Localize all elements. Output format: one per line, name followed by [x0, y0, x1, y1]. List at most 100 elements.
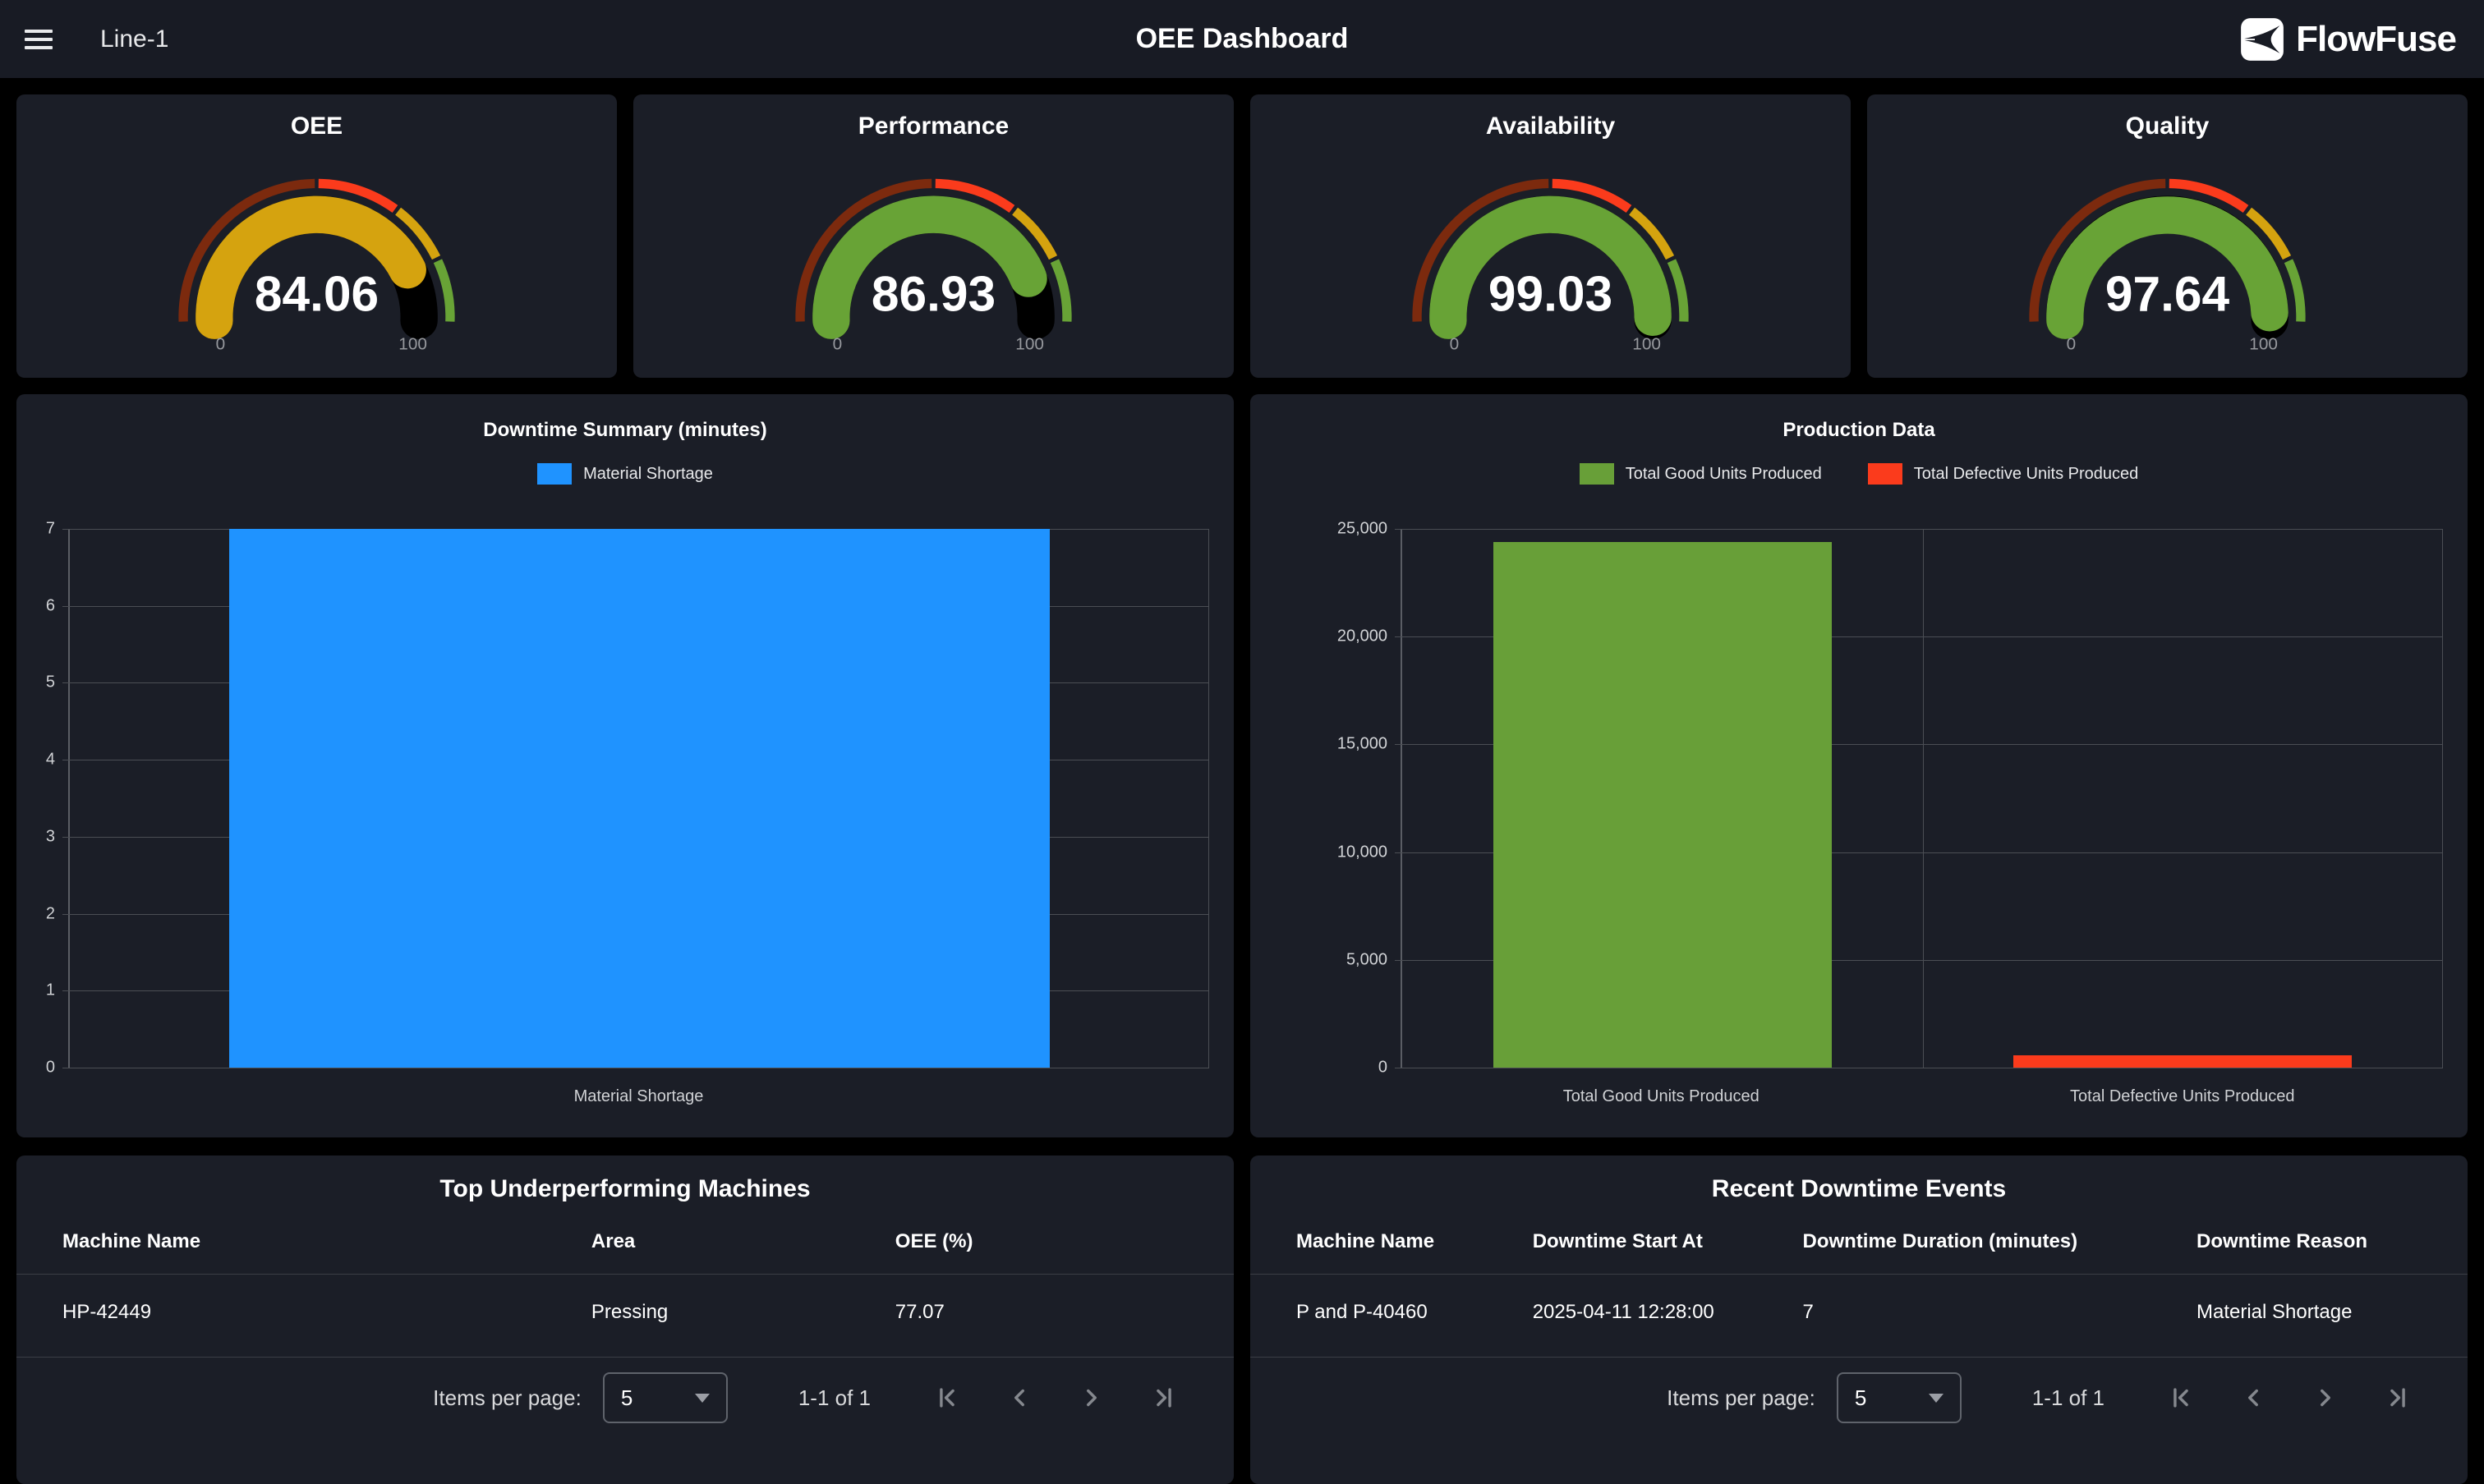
x-axis-labels: Total Good Units ProducedTotal Defective… — [1401, 1087, 2443, 1106]
legend-item[interactable]: Total Defective Units Produced — [1868, 463, 2138, 485]
y-tick-label: 3 — [46, 827, 55, 846]
column-header: Downtime Reason — [2196, 1230, 2422, 1253]
items-per-page-select[interactable]: 5 — [1837, 1372, 1962, 1423]
table-title: Recent Downtime Events — [1296, 1175, 2422, 1203]
first-page-icon[interactable] — [2167, 1384, 2195, 1412]
quality-gauge: 97.640100 — [1867, 162, 2468, 357]
table-cell: 77.07 — [895, 1301, 1188, 1324]
legend-swatch-icon — [1580, 463, 1614, 485]
gauge-max-label: 100 — [1015, 335, 1044, 354]
next-page-icon[interactable] — [2312, 1384, 2339, 1412]
y-axis-labels: 01234567 — [16, 529, 68, 1068]
y-tick-label: 0 — [46, 1059, 55, 1077]
gridline — [1395, 529, 2443, 530]
chart-legend: Material Shortage — [16, 463, 1234, 485]
gauge-value: 97.64 — [2105, 265, 2230, 321]
production-data-chart: Production Data Total Good Units Produce… — [1250, 394, 2468, 1137]
plot-area — [68, 529, 1209, 1068]
gauge-title: Performance — [633, 113, 1234, 140]
x-category-label: Total Good Units Produced — [1401, 1087, 1922, 1106]
legend-swatch-icon — [1868, 463, 1902, 485]
items-per-page-label: Items per page: — [1667, 1385, 1815, 1411]
chart-legend: Total Good Units Produced Total Defective… — [1250, 463, 2468, 485]
table-header-row: Machine NameAreaOEE (%) — [62, 1228, 1188, 1256]
pagination-bar: Items per page: 5 1-1 of 1 — [62, 1372, 1188, 1423]
downtime-summary-chart: Downtime Summary (minutes) Material Shor… — [16, 394, 1234, 1137]
y-tick-label: 4 — [46, 751, 55, 770]
table-cell: P and P-40460 — [1296, 1301, 1533, 1324]
column-header: OEE (%) — [895, 1230, 1188, 1253]
gauge-zone — [1055, 261, 1067, 322]
gauge-zone — [2288, 261, 2301, 322]
gauge-zone — [1672, 261, 1684, 322]
gauge-title: Quality — [1867, 113, 2468, 140]
table-body: P and P-404602025-04-11 12:28:007Materia… — [1296, 1275, 2422, 1350]
gauge-card-performance: Performance 86.930100 — [633, 94, 1234, 378]
x-axis-labels: Material Shortage — [68, 1087, 1209, 1106]
y-axis-labels: 05,00010,00015,00020,00025,000 — [1250, 529, 1401, 1068]
next-page-icon[interactable] — [1078, 1384, 1106, 1412]
items-per-page-label: Items per page: — [433, 1385, 582, 1411]
plot-right-border — [2442, 529, 2443, 1068]
plot-area — [1401, 529, 2443, 1068]
previous-page-icon[interactable] — [2239, 1384, 2267, 1412]
items-per-page-select[interactable]: 5 — [603, 1372, 728, 1423]
column-header: Downtime Start At — [1533, 1230, 1803, 1253]
gauge-min-label: 0 — [1450, 335, 1460, 354]
column-header: Machine Name — [62, 1230, 591, 1253]
table-cell: 7 — [1802, 1301, 2196, 1324]
table-header-row: Machine NameDowntime Start AtDowntime Du… — [1296, 1228, 2422, 1256]
category-divider-line — [1923, 529, 1924, 1068]
caret-down-icon — [1929, 1394, 1944, 1403]
gauge-card-availability: Availability 99.03 0 100 — [1250, 94, 1851, 378]
page-range-label: 1-1 of 1 — [798, 1385, 871, 1411]
y-tick-label: 1 — [46, 981, 55, 1000]
gauge-zone — [438, 261, 450, 322]
y-tick-label: 6 — [46, 596, 55, 615]
gauge-card-oee: OEE 84.060100 — [16, 94, 617, 378]
previous-page-icon[interactable] — [1005, 1384, 1033, 1412]
table-cell: HP-42449 — [62, 1301, 591, 1324]
y-tick-label: 5,000 — [1346, 950, 1387, 969]
column-header: Machine Name — [1296, 1230, 1533, 1253]
last-page-icon[interactable] — [1150, 1384, 1178, 1412]
divider — [1250, 1357, 2468, 1358]
table-cell: Material Shortage — [2196, 1301, 2422, 1324]
table-row: P and P-404602025-04-11 12:28:007Materia… — [1296, 1275, 2422, 1350]
gauge-card-quality: Quality 97.640100 — [1867, 94, 2468, 378]
availability-gauge: 99.03 0 100 — [1250, 162, 1851, 357]
legend-item[interactable]: Material Shortage — [537, 463, 713, 485]
column-header: Area — [591, 1230, 895, 1253]
first-page-icon[interactable] — [933, 1384, 961, 1412]
x-category-label: Total Defective Units Produced — [1922, 1087, 2444, 1106]
y-tick-label: 2 — [46, 904, 55, 923]
table-row: HP-42449Pressing77.07 — [62, 1275, 1188, 1350]
table-cell: Pressing — [591, 1301, 895, 1324]
bar-material-shortage[interactable] — [229, 529, 1050, 1068]
bar-total-defective-units-produced[interactable] — [2013, 1055, 2352, 1068]
gauge-value: 84.06 — [255, 265, 379, 321]
x-category-label: Material Shortage — [68, 1087, 1209, 1106]
last-page-icon[interactable] — [2384, 1384, 2412, 1412]
underperforming-machines-table: Top Underperforming Machines Machine Nam… — [16, 1155, 1234, 1484]
pagination-nav — [2167, 1384, 2412, 1412]
legend-item[interactable]: Total Good Units Produced — [1580, 463, 1822, 485]
table-title: Top Underperforming Machines — [62, 1175, 1188, 1203]
dashboard-title: OEE Dashboard — [0, 23, 2484, 55]
performance-gauge: 86.930100 — [633, 162, 1234, 357]
recent-downtime-events-table: Recent Downtime Events Machine NameDownt… — [1250, 1155, 2468, 1484]
gauge-max-label: 100 — [398, 335, 427, 354]
page-range-label: 1-1 of 1 — [2032, 1385, 2104, 1411]
gauge-value: 86.93 — [872, 265, 996, 321]
gauge-title: Availability — [1250, 113, 1851, 140]
chart-title: Downtime Summary (minutes) — [16, 419, 1234, 442]
gauge-title: OEE — [16, 113, 617, 140]
gauge-row: OEE 84.060100 Performance 86.930100 Avai… — [16, 94, 2468, 378]
bar-total-good-units-produced[interactable] — [1493, 542, 1832, 1068]
gauge-value: 99.03 — [1488, 265, 1612, 321]
caret-down-icon — [695, 1394, 710, 1403]
gauge-max-label: 100 — [1632, 335, 1661, 354]
table-row: Top Underperforming Machines Machine Nam… — [16, 1155, 2468, 1484]
items-per-page-value: 5 — [1855, 1385, 1866, 1411]
pagination-bar: Items per page: 5 1-1 of 1 — [1296, 1372, 2422, 1423]
